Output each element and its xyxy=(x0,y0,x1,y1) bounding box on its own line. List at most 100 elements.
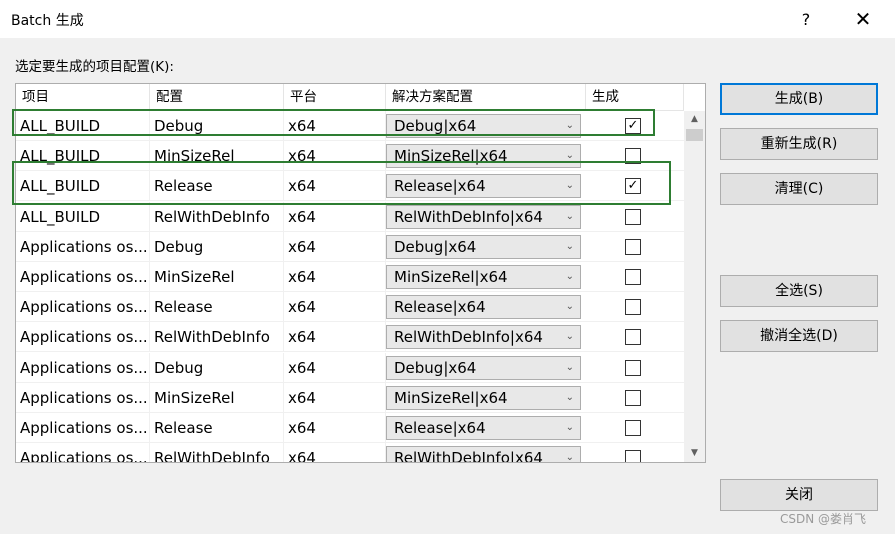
build-checkbox[interactable] xyxy=(625,299,641,316)
chevron-down-icon: ⌄ xyxy=(565,120,574,131)
solution-config-value: Debug|x64 xyxy=(394,117,477,135)
solution-config-value: Debug|x64 xyxy=(394,237,477,256)
build-checkbox[interactable]: ✓ xyxy=(625,178,641,195)
close-window-button[interactable]: ✕ xyxy=(840,0,886,38)
solution-config-dropdown[interactable]: MinSizeRel|x64 ⌄ xyxy=(386,144,581,169)
project-cell: Applications os... xyxy=(16,292,150,323)
config-cell: RelWithDebInfo xyxy=(150,443,284,462)
solution-config-dropdown[interactable]: Debug|x64 ⌄ xyxy=(386,114,581,138)
build-checkbox[interactable] xyxy=(625,329,641,346)
solution-config-dropdown[interactable]: Release|x64 ⌄ xyxy=(386,295,581,320)
project-cell: Applications os... xyxy=(16,262,150,292)
build-button[interactable]: 生成(B) xyxy=(720,83,878,115)
chevron-down-icon: ⌄ xyxy=(565,331,574,343)
table-row[interactable]: Applications os... Release x64 Release|x64 ⌄ xyxy=(16,413,684,443)
solution-config-dropdown[interactable]: RelWithDebInfo|x64 ⌄ xyxy=(386,446,581,462)
column-header-config[interactable]: 配置 xyxy=(150,84,284,111)
solution-config-dropdown[interactable]: MinSizeRel|x64 ⌄ xyxy=(386,265,581,289)
config-cell: MinSizeRel xyxy=(150,141,284,172)
platform-cell: x64 xyxy=(284,292,386,323)
build-checkbox[interactable] xyxy=(625,359,641,376)
platform-cell: x64 xyxy=(284,382,386,413)
clean-button[interactable]: 清理(C) xyxy=(720,173,878,205)
config-cell: RelWithDebInfo xyxy=(150,322,284,353)
solution-config-value: MinSizeRel|x64 xyxy=(394,268,508,286)
column-header-build[interactable]: 生成 xyxy=(586,84,684,111)
chevron-down-icon: ⌄ xyxy=(565,361,574,373)
watermark: CSDN @娄肖飞 xyxy=(780,512,867,526)
build-checkbox[interactable] xyxy=(625,269,641,285)
solution-config-value: MinSizeRel|x64 xyxy=(394,147,508,166)
close-button[interactable]: 关闭 xyxy=(720,479,878,511)
solution-config-dropdown[interactable]: RelWithDebInfo|x64 ⌄ xyxy=(386,204,581,229)
solution-config-value: MinSizeRel|x64 xyxy=(394,388,508,407)
table-row[interactable]: Applications os... Release x64 Release|x64 ⌄ xyxy=(16,292,684,323)
solution-config-dropdown[interactable]: Release|x64 ⌄ xyxy=(386,416,581,440)
project-cell: Applications os... xyxy=(16,322,150,353)
platform-cell: x64 xyxy=(284,201,386,232)
config-cell: Debug xyxy=(150,111,284,141)
column-header-solution-config[interactable]: 解决方案配置 xyxy=(386,84,586,111)
table-row[interactable]: ALL_BUILD Release x64 Release|x64 ⌄ ✓ xyxy=(16,171,684,202)
project-cell: Applications os... xyxy=(16,382,150,413)
platform-cell: x64 xyxy=(284,443,386,462)
selection-prompt: 选定要生成的项目配置(K): xyxy=(15,59,174,75)
scroll-up-icon[interactable]: ▲ xyxy=(684,111,705,128)
build-checkbox[interactable] xyxy=(625,208,641,225)
config-cell: MinSizeRel xyxy=(150,262,284,292)
config-cell: Release xyxy=(150,171,284,202)
column-header-platform[interactable]: 平台 xyxy=(284,84,386,111)
build-checkbox[interactable] xyxy=(625,389,641,406)
solution-config-value: RelWithDebInfo|x64 xyxy=(394,328,543,347)
table-row[interactable]: Applications os... MinSizeRel x64 MinSizeRe… xyxy=(16,262,684,292)
build-checkbox[interactable] xyxy=(625,238,641,255)
table-row[interactable]: ALL_BUILD MinSizeRel x64 MinSizeRel|x64 ⌄ xyxy=(16,141,684,172)
build-checkbox[interactable] xyxy=(625,420,641,436)
project-cell: ALL_BUILD xyxy=(16,111,150,141)
project-cell: ALL_BUILD xyxy=(16,141,150,172)
chevron-down-icon: ⌄ xyxy=(565,271,574,282)
platform-cell: x64 xyxy=(284,231,386,262)
table-row[interactable]: Applications os... RelWithDebInfo x64 RelWi… xyxy=(16,322,684,353)
solution-config-dropdown[interactable]: Release|x64 ⌄ xyxy=(386,174,581,199)
solution-config-value: Release|x64 xyxy=(394,177,486,196)
scroll-down-icon[interactable]: ▼ xyxy=(684,445,705,462)
vertical-scrollbar[interactable]: ▲ ▼ xyxy=(684,111,705,462)
scroll-thumb[interactable] xyxy=(686,129,703,141)
platform-cell: x64 xyxy=(284,413,386,443)
project-cell: Applications os... xyxy=(16,231,150,262)
solution-config-value: RelWithDebInfo|x64 xyxy=(394,207,543,226)
platform-cell: x64 xyxy=(284,171,386,202)
solution-config-value: Debug|x64 xyxy=(394,358,477,377)
help-button[interactable]: ? xyxy=(783,0,829,38)
platform-cell: x64 xyxy=(284,141,386,172)
table-row[interactable]: ALL_BUILD RelWithDebInfo x64 RelWithDebInfo… xyxy=(16,201,684,232)
platform-cell: x64 xyxy=(284,111,386,141)
project-cell: ALL_BUILD xyxy=(16,201,150,232)
build-checkbox[interactable] xyxy=(625,148,641,165)
solution-config-dropdown[interactable]: MinSizeRel|x64 ⌄ xyxy=(386,385,581,410)
chevron-down-icon: ⌄ xyxy=(565,180,574,192)
chevron-down-icon: ⌄ xyxy=(565,422,574,433)
rebuild-button[interactable]: 重新生成(R) xyxy=(720,128,878,160)
platform-cell: x64 xyxy=(284,322,386,353)
solution-config-dropdown[interactable]: RelWithDebInfo|x64 ⌄ xyxy=(386,325,581,350)
project-config-grid: 项目 配置 平台 解决方案配置 生成 ALL_BUILD Debug x64 Debu… xyxy=(15,83,706,463)
solution-config-dropdown[interactable]: Debug|x64 ⌄ xyxy=(386,234,581,259)
column-header-project[interactable]: 项目 xyxy=(16,84,150,111)
table-row[interactable]: Applications os... MinSizeRel x64 MinSizeRe… xyxy=(16,382,684,413)
table-row[interactable]: ALL_BUILD Debug x64 Debug|x64 ⌄ ✓ xyxy=(16,111,684,141)
config-cell: Debug xyxy=(150,231,284,262)
deselect-all-button[interactable]: 撤消全选(D) xyxy=(720,320,878,352)
config-cell: RelWithDebInfo xyxy=(150,201,284,232)
build-checkbox[interactable] xyxy=(625,450,641,462)
table-row[interactable]: Applications os... RelWithDebInfo x64 RelWi… xyxy=(16,443,684,462)
solution-config-value: Release|x64 xyxy=(394,298,486,317)
table-row[interactable]: Applications os... Debug x64 Debug|x64 ⌄ xyxy=(16,231,684,262)
config-cell: Release xyxy=(150,292,284,323)
select-all-button[interactable]: 全选(S) xyxy=(720,275,878,307)
build-checkbox[interactable]: ✓ xyxy=(625,118,641,134)
table-row[interactable]: Applications os... Debug x64 Debug|x64 ⌄ xyxy=(16,352,684,383)
chevron-down-icon: ⌄ xyxy=(565,301,574,313)
solution-config-dropdown[interactable]: Debug|x64 ⌄ xyxy=(386,355,581,380)
